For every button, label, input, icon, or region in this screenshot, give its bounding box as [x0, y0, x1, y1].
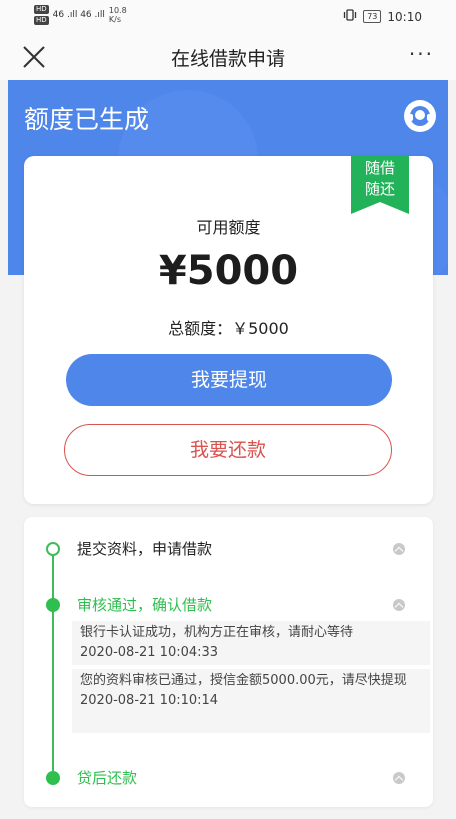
- customer-service-icon[interactable]: [404, 100, 436, 132]
- detail-time: 2020-08-21 10:04:33: [80, 645, 219, 660]
- repay-button[interactable]: 我要还款: [64, 424, 392, 476]
- signal-strength: 46 .ıll 46 .ıll: [52, 9, 105, 20]
- detail-text: 银行卡认证成功，机构方正在审核，请耐心等待: [80, 625, 354, 640]
- credit-card-panel: 随借 随还 可用额度 ¥5000 总额度：￥5000 我要提现 我要还款: [24, 156, 433, 504]
- hd-badge: HD: [34, 5, 49, 14]
- detail-text: 您的资料审核已通过，授信金额5000.00元，请尽快提现: [80, 673, 407, 688]
- step-2-label: 审核通过，确认借款: [77, 596, 213, 614]
- network-indicators: HD HD 46 .ıll 46 .ıll 10.8 K/s: [34, 4, 127, 26]
- detail-block: 银行卡认证成功，机构方正在审核，请耐心等待 2020-08-21 10:04:3…: [72, 621, 430, 665]
- step-1-label: 提交资料，申请借款: [77, 540, 213, 558]
- progress-steps: 提交资料，申请借款 审核通过，确认借款 银行卡认证成功，机构方正在审核，请耐心等…: [24, 517, 433, 807]
- network-speed-unit: K/s: [108, 15, 121, 24]
- battery-indicator: 73: [363, 10, 382, 23]
- ribbon-badge: 随借 随还: [351, 156, 409, 214]
- hero-title: 额度已生成: [24, 105, 150, 134]
- step-dot: [46, 542, 60, 556]
- network-speed-value: 10.8: [108, 6, 127, 15]
- ribbon-line-2: 随还: [364, 180, 395, 198]
- total-limit: 总额度：￥5000: [168, 319, 289, 338]
- timeline-line: [52, 552, 54, 771]
- step-dot: [46, 598, 60, 612]
- clock: 10:10: [387, 9, 422, 24]
- step-dot: [46, 771, 60, 785]
- chevron-up-icon[interactable]: [393, 543, 405, 555]
- status-bar: HD HD 46 .ıll 46 .ıll 10.8 K/s 73 10:10: [0, 0, 456, 34]
- page-title: 在线借款申请: [170, 48, 285, 70]
- network-speed: 10.8 K/s: [109, 6, 127, 24]
- nav-bar: 在线借款申请 ···: [0, 34, 456, 80]
- detail-block: 您的资料审核已通过，授信金额5000.00元，请尽快提现 2020-08-21 …: [72, 669, 430, 733]
- more-menu-button[interactable]: ···: [409, 42, 434, 66]
- vibrate-icon: [343, 9, 357, 24]
- hd-badge: HD: [34, 16, 49, 25]
- ribbon-line-1: 随借: [364, 159, 395, 177]
- available-amount: ¥5000: [158, 248, 299, 294]
- detail-time: 2020-08-21 10:10:14: [80, 693, 219, 708]
- available-label: 可用额度: [196, 218, 261, 237]
- withdraw-button[interactable]: 我要提现: [66, 354, 392, 406]
- step-3-label: 贷后还款: [77, 769, 138, 787]
- chevron-up-icon[interactable]: [393, 599, 405, 611]
- status-right: 73 10:10: [343, 9, 422, 24]
- chevron-up-icon[interactable]: [393, 772, 405, 784]
